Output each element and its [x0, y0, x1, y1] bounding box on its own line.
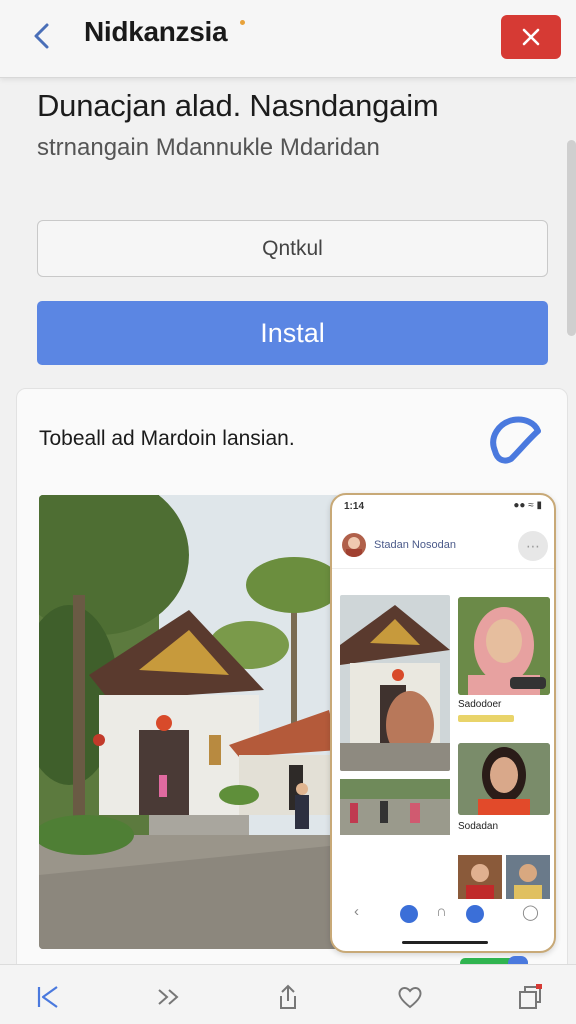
contact-name: Stadan Nosodan: [374, 539, 456, 551]
share-icon: [280, 984, 296, 1009]
share-button[interactable]: [268, 979, 308, 1015]
card-title: Tobeall ad Mardoin lansian.: [39, 427, 295, 450]
phone-mockup: 1:14 ●● ≈ ▮ Stadan Nosodan ⋯ Sadodoer So…: [330, 493, 556, 953]
phone-status-bar: 1:14 ●● ≈ ▮: [332, 495, 554, 517]
blue-circle-icon[interactable]: [400, 905, 418, 923]
top-bar: Nidkanzsia: [0, 0, 576, 78]
blue-ring-icon: [490, 416, 541, 464]
badge-button[interactable]: [483, 411, 545, 473]
photo-caption: Sadodoer: [458, 699, 502, 710]
forward-nav-button[interactable]: [148, 979, 188, 1015]
preview-card: Tobeall ad Mardoin lansian. 1:14 ●● ≈ ▮ …: [16, 388, 568, 978]
signal-wifi-battery-icon: ●● ≈ ▮: [513, 500, 542, 511]
scrollbar[interactable]: [567, 140, 576, 336]
phone-thumbnail[interactable]: [458, 855, 502, 899]
more-options-button[interactable]: ⋯: [518, 531, 548, 561]
title-accent-dot: [240, 20, 245, 25]
phone-thumbnail[interactable]: [506, 855, 550, 899]
chevron-left-icon: [34, 23, 49, 49]
home-indicator: [402, 941, 488, 944]
favorite-button[interactable]: [390, 979, 430, 1015]
phone-nav-bar: ‹ ∩ ◯: [332, 899, 554, 929]
tabs-icon: [519, 984, 542, 1009]
phone-photo-woman[interactable]: [458, 743, 550, 815]
photo-caption: Sodadan: [458, 821, 499, 832]
close-button[interactable]: [501, 15, 561, 59]
forward-arrow-icon: [158, 989, 179, 1005]
back-nav-button[interactable]: [28, 979, 68, 1015]
bottom-toolbar: [0, 964, 576, 1024]
heart-icon: [398, 987, 422, 1009]
secondary-button[interactable]: Qntkul: [37, 220, 548, 277]
more-dots-icon: ⋯: [526, 537, 540, 554]
phone-photo-street[interactable]: [340, 779, 450, 835]
app-title: Nidkanzsia: [84, 16, 228, 47]
back-icon[interactable]: ‹: [354, 903, 359, 920]
avatar[interactable]: [342, 533, 366, 557]
tabs-button[interactable]: [510, 979, 550, 1015]
install-button[interactable]: Instal: [37, 301, 548, 365]
page-subheading: strnangain Mdannukle Mdaridan: [37, 134, 380, 161]
phone-photo-woman-hijab[interactable]: [458, 597, 550, 695]
person-icon[interactable]: ◯: [522, 903, 539, 921]
phone-chat-header: Stadan Nosodan ⋯: [332, 521, 554, 569]
phone-photo-house[interactable]: [340, 595, 450, 771]
close-icon: [522, 28, 540, 46]
back-arrow-icon: [37, 986, 58, 1008]
blue-circle-icon[interactable]: [466, 905, 484, 923]
phone-time: 1:14: [344, 501, 365, 512]
caption-highlight: [458, 715, 514, 722]
page-heading: Dunacjan alad. Nasndangaim: [37, 88, 439, 123]
back-button[interactable]: [26, 16, 58, 56]
headphone-icon[interactable]: ∩: [436, 903, 447, 920]
house-photo: [39, 495, 339, 949]
